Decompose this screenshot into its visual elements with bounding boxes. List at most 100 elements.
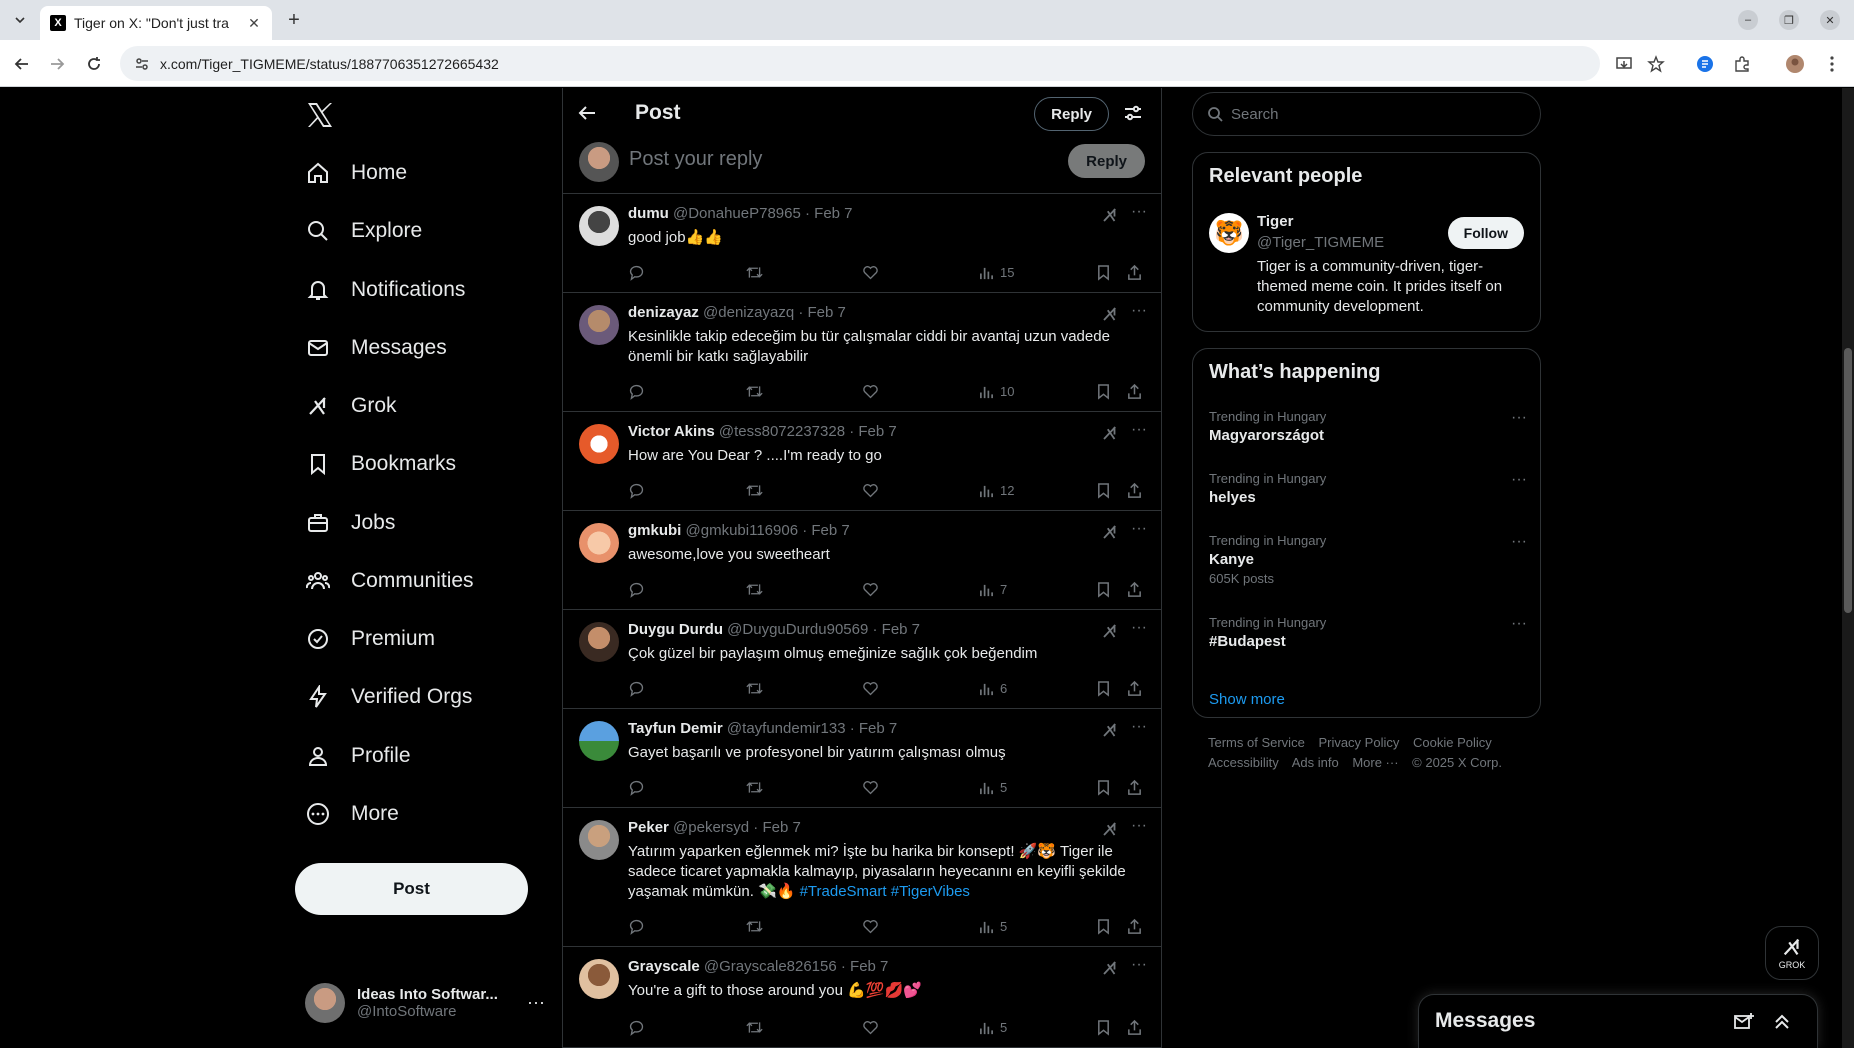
views-stat[interactable]: 6 [979,678,1007,698]
grok-explain-icon[interactable] [1101,721,1119,739]
reply-icon[interactable] [628,381,651,401]
bookmark-icon[interactable] [1096,777,1117,797]
relevant-name[interactable]: Tiger [1257,213,1293,230]
nav-item-verified-orgs[interactable]: Verified Orgs [305,672,472,722]
author-name[interactable]: dumu [628,205,669,222]
sliders-icon[interactable] [1123,103,1147,127]
reply-tweet[interactable]: dumu @DonahueP78965 · Feb 7 ··· good job👍👍… [563,194,1161,293]
bookmark-icon[interactable] [1096,480,1117,500]
nav-item-explore[interactable]: Explore [305,206,422,256]
reply-tweet[interactable]: Grayscale @Grayscale826156 · Feb 7 ··· You… [563,947,1161,1048]
avatar[interactable] [579,206,619,246]
expand-chevrons-icon[interactable] [1771,1011,1793,1033]
more-dots-icon[interactable]: ··· [1129,422,1149,442]
trend-more-icon[interactable]: ··· [1511,615,1527,633]
retweet-icon[interactable] [745,777,770,797]
reply-tweet[interactable]: gmkubi @gmkubi116906 · Feb 7 ··· awesome,l… [563,511,1161,610]
avatar[interactable] [579,959,619,999]
avatar[interactable] [579,305,619,345]
minimize-icon[interactable]: – [1738,10,1758,30]
footer-link-cookies[interactable]: Cookie Policy [1413,735,1492,750]
trend-more-icon[interactable]: ··· [1511,533,1527,551]
share-icon[interactable] [1126,480,1149,500]
like-icon[interactable] [862,579,885,599]
post-button[interactable]: Post [295,863,528,915]
more-dots-icon[interactable]: ··· [1129,719,1149,739]
author-name[interactable]: Duygu Durdu [628,621,723,638]
reply-input[interactable]: Post your reply [629,148,762,171]
browser-menu-icon[interactable] [1820,52,1844,76]
avatar[interactable] [579,721,619,761]
nav-item-jobs[interactable]: Jobs [305,498,395,548]
page-scrollbar[interactable] [1842,88,1854,1048]
new-tab-icon[interactable]: + [282,8,306,32]
avatar[interactable] [579,424,619,464]
nav-item-more[interactable]: More [305,789,399,839]
views-stat[interactable]: 5 [979,777,1007,797]
grok-explain-icon[interactable] [1101,820,1119,838]
share-icon[interactable] [1126,1017,1149,1037]
author-name[interactable]: Victor Akins [628,423,715,440]
bookmark-icon[interactable] [1096,916,1117,936]
retweet-icon[interactable] [745,678,770,698]
trend-more-icon[interactable]: ··· [1511,409,1527,427]
reply-tweet[interactable]: denizayaz @denizayazq · Feb 7 ··· Kesinlik… [563,293,1161,412]
trend-item[interactable]: Trending in Hungary Magyarországot ··· [1209,409,1527,444]
author-name[interactable]: denizayaz [628,304,699,321]
reload-icon[interactable] [82,52,106,76]
bookmark-icon[interactable] [1096,262,1117,282]
footer-link-ads[interactable]: Ads info [1292,755,1339,770]
footer-link-privacy[interactable]: Privacy Policy [1318,735,1399,750]
search-input[interactable]: Search [1192,92,1541,136]
like-icon[interactable] [862,1017,885,1037]
like-icon[interactable] [862,777,885,797]
views-stat[interactable]: 12 [979,480,1014,500]
grok-explain-icon[interactable] [1101,959,1119,977]
more-dots-icon[interactable]: ··· [1129,204,1149,224]
reply-icon[interactable] [628,579,651,599]
views-stat[interactable]: 15 [979,262,1014,282]
reply-button[interactable]: Reply [1034,97,1109,131]
follow-button[interactable]: Follow [1447,217,1524,249]
share-icon[interactable] [1126,262,1149,282]
like-icon[interactable] [862,916,885,936]
tiger-avatar[interactable]: 🐯 [1209,213,1249,253]
like-icon[interactable] [862,381,885,401]
bookmark-star-icon[interactable] [1644,52,1668,76]
grok-explain-icon[interactable] [1101,206,1119,224]
extensions-puzzle-icon[interactable] [1730,52,1754,76]
views-stat[interactable]: 7 [979,579,1007,599]
retweet-icon[interactable] [745,262,770,282]
avatar[interactable] [579,523,619,563]
more-dots-icon[interactable]: ··· [1129,620,1149,640]
author-name[interactable]: Tayfun Demir [628,720,723,737]
bookmark-icon[interactable] [1096,381,1117,401]
author-name[interactable]: Peker [628,819,669,836]
avatar[interactable] [579,622,619,662]
reply-tweet[interactable]: Duygu Durdu @DuyguDurdu90569 · Feb 7 ··· Ç… [563,610,1161,709]
share-icon[interactable] [1126,381,1149,401]
footer-link-more[interactable]: More ··· [1352,755,1398,770]
messages-drawer[interactable]: Messages [1418,994,1818,1048]
nav-item-grok[interactable]: Grok [305,381,397,431]
nav-item-messages[interactable]: Messages [305,323,447,373]
install-app-icon[interactable] [1612,52,1636,76]
grok-explain-icon[interactable] [1101,523,1119,541]
restore-icon[interactable]: ❐ [1779,10,1799,30]
grok-floating-button[interactable]: GROK [1765,926,1819,980]
tweet-hashtags[interactable]: #TradeSmart #TigerVibes [800,883,970,900]
reply-tweet[interactable]: Victor Akins @tess8072237328 · Feb 7 ··· H… [563,412,1161,511]
bookmark-icon[interactable] [1096,1017,1117,1037]
reply-icon[interactable] [628,777,651,797]
trend-item[interactable]: Trending in Hungary helyes ··· [1209,471,1527,506]
reply-icon[interactable] [628,262,651,282]
views-stat[interactable]: 5 [979,916,1007,936]
more-dots-icon[interactable]: ··· [1129,818,1149,838]
nav-item-bookmarks[interactable]: Bookmarks [305,439,456,489]
like-icon[interactable] [862,262,885,282]
trend-item[interactable]: Trending in Hungary #Budapest ··· [1209,615,1527,650]
nav-item-profile[interactable]: Profile [305,731,411,781]
nav-item-notifications[interactable]: Notifications [305,265,465,315]
show-more-link[interactable]: Show more [1209,691,1285,708]
bookmark-icon[interactable] [1096,678,1117,698]
